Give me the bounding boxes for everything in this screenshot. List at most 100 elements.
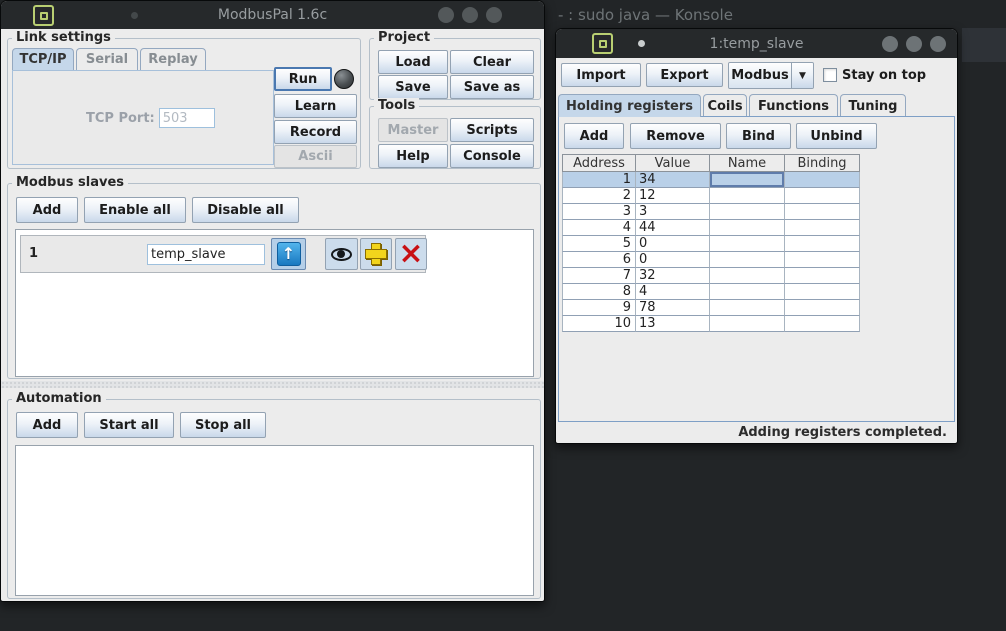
minimize-button[interactable]: [438, 7, 454, 23]
cell-name[interactable]: [710, 220, 785, 236]
col-binding[interactable]: Binding: [785, 154, 860, 172]
minimize-button[interactable]: [882, 36, 898, 52]
table-row[interactable]: 444: [562, 220, 860, 236]
cell-name[interactable]: [710, 252, 785, 268]
mode-select[interactable]: Modbus ▼: [728, 62, 814, 89]
tab-functions[interactable]: Functions: [749, 94, 838, 117]
save-button[interactable]: Save: [378, 75, 448, 99]
run-button[interactable]: Run: [274, 67, 332, 91]
unbind-button[interactable]: Unbind: [796, 123, 877, 149]
clear-button[interactable]: Clear: [450, 50, 534, 74]
table-row[interactable]: 60: [562, 252, 860, 268]
stop-all-button[interactable]: Stop all: [180, 412, 266, 438]
enable-all-button[interactable]: Enable all: [84, 197, 186, 223]
cell-name[interactable]: [710, 172, 785, 188]
cell-value[interactable]: 13: [636, 316, 710, 332]
col-name[interactable]: Name: [710, 154, 785, 172]
cell-value[interactable]: 44: [636, 220, 710, 236]
cell-address[interactable]: 3: [562, 204, 636, 220]
tab-holding-registers[interactable]: Holding registers: [558, 94, 701, 117]
save-as-button[interactable]: Save as: [450, 75, 534, 99]
slave-row[interactable]: 1 ↑ ×: [20, 235, 426, 273]
cell-value[interactable]: 0: [636, 236, 710, 252]
slave-name-field[interactable]: [147, 244, 265, 265]
cell-address[interactable]: 9: [562, 300, 636, 316]
cell-binding[interactable]: [785, 284, 860, 300]
cell-address[interactable]: 2: [562, 188, 636, 204]
disable-all-button[interactable]: Disable all: [192, 197, 299, 223]
cell-binding[interactable]: [785, 268, 860, 284]
col-value[interactable]: Value: [636, 154, 710, 172]
cell-value[interactable]: 78: [636, 300, 710, 316]
cell-binding[interactable]: [785, 252, 860, 268]
cell-address[interactable]: 4: [562, 220, 636, 236]
cell-binding[interactable]: [785, 236, 860, 252]
cell-value[interactable]: 32: [636, 268, 710, 284]
modbuspal-titlebar[interactable]: ModbusPal 1.6c: [1, 1, 544, 29]
cell-address[interactable]: 10: [562, 316, 636, 332]
tab-replay[interactable]: Replay: [140, 48, 206, 70]
cell-name[interactable]: [710, 268, 785, 284]
scripts-button[interactable]: Scripts: [450, 118, 534, 142]
cell-binding[interactable]: [785, 204, 860, 220]
slave-enable-toggle[interactable]: ↑: [271, 238, 306, 270]
slave-view-button[interactable]: [325, 238, 358, 270]
cell-name[interactable]: [710, 316, 785, 332]
tab-tcpip[interactable]: TCP/IP: [12, 48, 74, 70]
cell-value[interactable]: 4: [636, 284, 710, 300]
tcp-port-field[interactable]: [159, 108, 215, 128]
help-button[interactable]: Help: [378, 144, 448, 168]
cell-name[interactable]: [710, 284, 785, 300]
load-button[interactable]: Load: [378, 50, 448, 74]
col-address[interactable]: Address: [562, 154, 636, 172]
table-row[interactable]: 84: [562, 284, 860, 300]
tab-tuning[interactable]: Tuning: [840, 94, 906, 117]
cell-value[interactable]: 12: [636, 188, 710, 204]
maximize-button[interactable]: [462, 7, 478, 23]
cell-binding[interactable]: [785, 220, 860, 236]
cell-address[interactable]: 8: [562, 284, 636, 300]
console-button[interactable]: Console: [450, 144, 534, 168]
cell-value[interactable]: 34: [636, 172, 710, 188]
register-add-button[interactable]: Add: [564, 123, 624, 149]
cell-name[interactable]: [710, 300, 785, 316]
automation-add-button[interactable]: Add: [16, 412, 78, 438]
slave-editor-titlebar[interactable]: 1:temp_slave: [556, 29, 957, 58]
cell-binding[interactable]: [785, 188, 860, 204]
cell-binding[interactable]: [785, 172, 860, 188]
export-button[interactable]: Export: [646, 63, 723, 87]
table-row[interactable]: 732: [562, 268, 860, 284]
register-remove-button[interactable]: Remove: [630, 123, 721, 149]
cell-name[interactable]: [710, 204, 785, 220]
registers-table-header[interactable]: Address Value Name Binding: [562, 154, 860, 172]
cell-address[interactable]: 6: [562, 252, 636, 268]
cell-name[interactable]: [710, 236, 785, 252]
slave-duplicate-button[interactable]: [360, 238, 392, 270]
table-row[interactable]: 1013: [562, 316, 860, 332]
bind-button[interactable]: Bind: [726, 123, 791, 149]
import-button[interactable]: Import: [561, 63, 641, 87]
cell-address[interactable]: 1: [562, 172, 636, 188]
chevron-down-icon[interactable]: ▼: [791, 63, 813, 88]
slave-add-button[interactable]: Add: [16, 197, 78, 223]
close-button[interactable]: [930, 36, 946, 52]
table-row[interactable]: 33: [562, 204, 860, 220]
cell-address[interactable]: 7: [562, 268, 636, 284]
close-button[interactable]: [486, 7, 502, 23]
cell-address[interactable]: 5: [562, 236, 636, 252]
splitpane-divider[interactable]: [1, 381, 545, 388]
cell-binding[interactable]: [785, 316, 860, 332]
learn-button[interactable]: Learn: [274, 94, 357, 118]
table-row[interactable]: 212: [562, 188, 860, 204]
tab-coils[interactable]: Coils: [703, 94, 747, 117]
maximize-button[interactable]: [906, 36, 922, 52]
cell-value[interactable]: 0: [636, 252, 710, 268]
cell-value[interactable]: 3: [636, 204, 710, 220]
record-button[interactable]: Record: [274, 120, 357, 144]
table-row[interactable]: 134: [562, 172, 860, 188]
tab-serial[interactable]: Serial: [76, 48, 138, 70]
start-all-button[interactable]: Start all: [84, 412, 174, 438]
slave-delete-button[interactable]: ×: [395, 238, 427, 270]
cell-name[interactable]: [710, 188, 785, 204]
table-row[interactable]: 978: [562, 300, 860, 316]
